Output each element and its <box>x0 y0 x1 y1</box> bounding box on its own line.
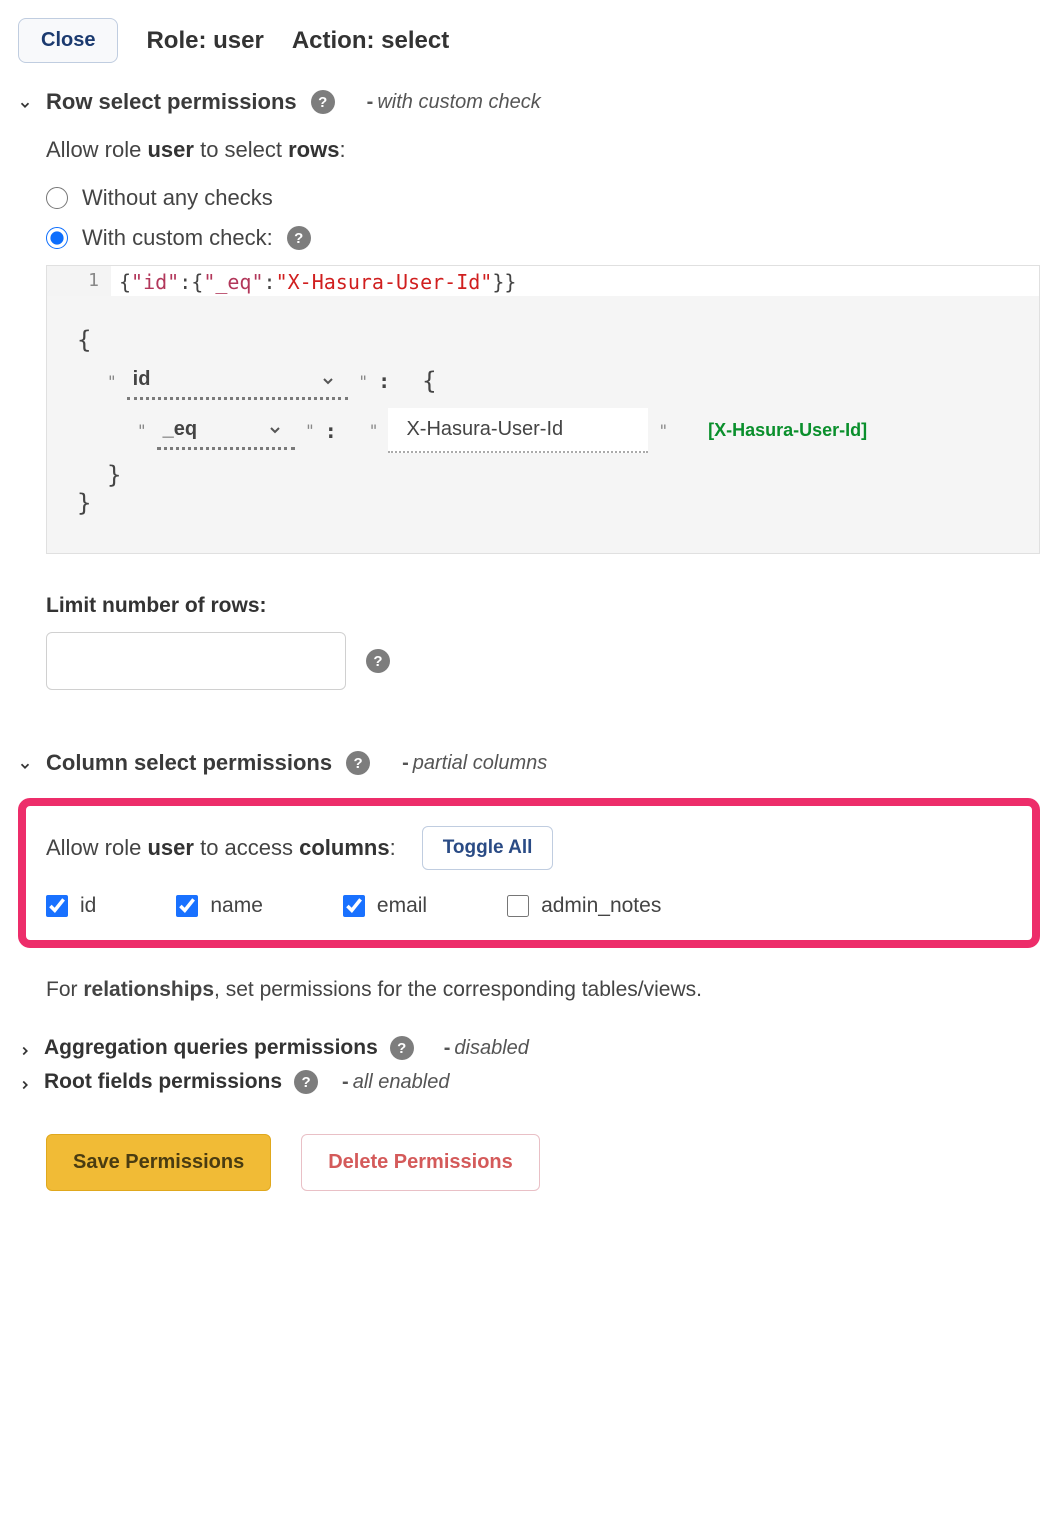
toggle-all-button[interactable]: Toggle All <box>422 826 554 870</box>
help-icon[interactable]: ? <box>287 226 311 250</box>
column-permissions-title: Column select permissions <box>46 750 332 776</box>
chevron-down-icon[interactable] <box>18 95 32 109</box>
row-permissions-title: Row select permissions <box>46 89 297 115</box>
radio-without-checks-input[interactable] <box>46 187 68 209</box>
aggregation-permissions-title: Aggregation queries permissions <box>44 1036 378 1060</box>
radio-custom-check-label: With custom check: <box>82 225 273 251</box>
row-allow-text: Allow role user to select rows: <box>46 137 1040 163</box>
field-select-value: id <box>133 368 151 391</box>
help-icon[interactable]: ? <box>294 1070 318 1094</box>
column-permissions-hint: -partial columns <box>402 752 547 775</box>
help-icon[interactable]: ? <box>311 90 335 114</box>
operator-select[interactable]: _eq <box>157 412 295 450</box>
action-header: Action: select <box>292 27 449 55</box>
value-input[interactable] <box>388 408 648 453</box>
help-icon[interactable]: ? <box>346 751 370 775</box>
role-label: Role: <box>146 27 206 54</box>
limit-label: Limit number of rows: <box>46 594 1040 618</box>
column-checkbox-label: name <box>210 894 263 918</box>
code-content[interactable]: {"id":{"_eq":"X-Hasura-User-Id"}} <box>111 266 524 296</box>
columns-row: id name email admin_notes <box>46 894 1012 918</box>
line-number: 1 <box>47 266 111 296</box>
chevron-down-icon[interactable] <box>18 756 32 770</box>
column-checkbox-input[interactable] <box>507 895 529 917</box>
chevron-down-icon <box>267 421 283 437</box>
column-checkbox-name[interactable]: name <box>176 894 263 918</box>
column-checkbox-input[interactable] <box>46 895 68 917</box>
column-checkbox-admin-notes[interactable]: admin_notes <box>507 894 661 918</box>
radio-custom-check[interactable]: With custom check: ? <box>46 225 1040 251</box>
aggregation-permissions-header[interactable]: Aggregation queries permissions ? -disab… <box>18 1036 1040 1060</box>
builder-op-row: " _eq " : " " [X-Hasura-User-Id] <box>137 408 1009 453</box>
radio-without-checks-label: Without any checks <box>82 185 273 211</box>
column-checkbox-input[interactable] <box>343 895 365 917</box>
operator-select-value: _eq <box>163 418 197 441</box>
help-icon[interactable]: ? <box>390 1036 414 1060</box>
column-permissions-header[interactable]: Column select permissions ? -partial col… <box>18 750 1040 776</box>
relationships-note: For relationships, set permissions for t… <box>46 978 1040 1002</box>
footer-buttons: Save Permissions Delete Permissions <box>46 1134 1040 1191</box>
session-variable-hint: [X-Hasura-User-Id] <box>708 420 867 441</box>
column-checkbox-email[interactable]: email <box>343 894 427 918</box>
radio-custom-check-input[interactable] <box>46 227 68 249</box>
brace-close-inner: } <box>107 461 1009 489</box>
save-permissions-button[interactable]: Save Permissions <box>46 1134 271 1191</box>
field-select[interactable]: id <box>127 362 349 400</box>
help-icon[interactable]: ? <box>366 649 390 673</box>
topbar: Close Role: user Action: select <box>18 18 1040 63</box>
chevron-down-icon <box>320 372 336 388</box>
limit-input[interactable] <box>46 632 346 690</box>
action-value: select <box>381 27 449 54</box>
root-fields-permissions-hint: -all enabled <box>342 1071 449 1094</box>
column-checkbox-label: email <box>377 894 427 918</box>
chevron-right-icon[interactable] <box>18 1041 32 1055</box>
action-label: Action: <box>292 27 375 54</box>
column-highlight-box: Allow role user to access columns: Toggl… <box>18 798 1040 948</box>
root-fields-permissions-header[interactable]: Root fields permissions ? -all enabled <box>18 1070 1040 1094</box>
column-checkbox-label: id <box>80 894 96 918</box>
radio-without-checks[interactable]: Without any checks <box>46 185 1040 211</box>
limit-block: Limit number of rows: ? <box>46 594 1040 690</box>
column-allow-row: Allow role user to access columns: Toggl… <box>46 826 1012 870</box>
aggregation-permissions-hint: -disabled <box>444 1037 529 1060</box>
role-value: user <box>213 27 264 54</box>
column-checkbox-input[interactable] <box>176 895 198 917</box>
root-fields-permissions-title: Root fields permissions <box>44 1070 282 1094</box>
row-permissions-header[interactable]: Row select permissions ? -with custom ch… <box>18 89 1040 115</box>
column-checkbox-id[interactable]: id <box>46 894 96 918</box>
json-editor[interactable]: 1 {"id":{"_eq":"X-Hasura-User-Id"}} { " … <box>46 265 1040 554</box>
brace-open: { <box>77 326 1009 354</box>
filter-builder: { " id " : { " _eq <box>47 296 1039 553</box>
row-permissions-hint: -with custom check <box>367 91 541 114</box>
role-header: Role: user <box>146 27 263 55</box>
builder-field-row: " id " : { <box>107 362 1009 400</box>
chevron-right-icon[interactable] <box>18 1075 32 1089</box>
delete-permissions-button[interactable]: Delete Permissions <box>301 1134 540 1191</box>
close-button[interactable]: Close <box>18 18 118 63</box>
column-allow-text: Allow role user to access columns: <box>46 835 396 861</box>
column-checkbox-label: admin_notes <box>541 894 661 918</box>
brace-close-outer: } <box>77 489 1009 517</box>
